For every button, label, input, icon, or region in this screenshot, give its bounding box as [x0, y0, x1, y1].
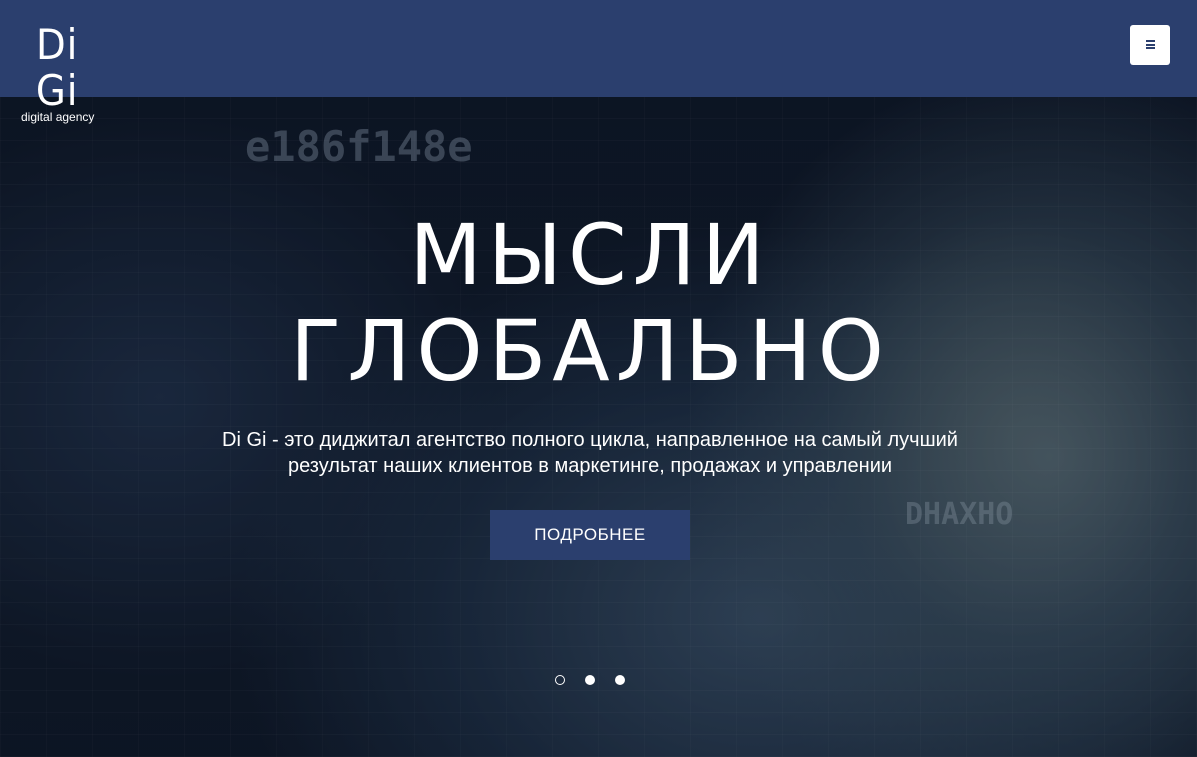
hero-subtitle-line-2: результат наших клиентов в маркетинге, п… — [287, 455, 893, 477]
slider-dot-3[interactable] — [615, 675, 625, 685]
top-navbar: Di Gi digital agency — [0, 0, 1197, 123]
hero-slider: e186f148e DHAXHO МЫСЛИ ГЛОБАЛЬНО Di Gi -… — [0, 97, 1197, 757]
more-details-button[interactable]: ПОДРОБНЕЕ — [490, 510, 690, 560]
logo-main-text: Di Gi — [35, 20, 79, 115]
hero-title-line-2: ГЛОБАЛЬНО — [290, 302, 890, 400]
hero-subtitle: Di Gi - это диджитал агентство полного ц… — [170, 427, 1010, 479]
menu-toggle-button[interactable] — [1130, 25, 1170, 65]
hero-subtitle-line-1: Di Gi - это диджитал агентство полного ц… — [222, 429, 958, 451]
slider-dot-1[interactable] — [555, 675, 565, 685]
slider-dot-2[interactable] — [585, 675, 595, 685]
site-logo[interactable]: Di Gi digital agency — [13, 20, 109, 124]
hamburger-menu-icon — [1146, 40, 1155, 49]
hero-title-line-1: МЫСЛИ — [409, 206, 771, 304]
hero-title: МЫСЛИ ГЛОБАЛЬНО — [0, 207, 1180, 399]
